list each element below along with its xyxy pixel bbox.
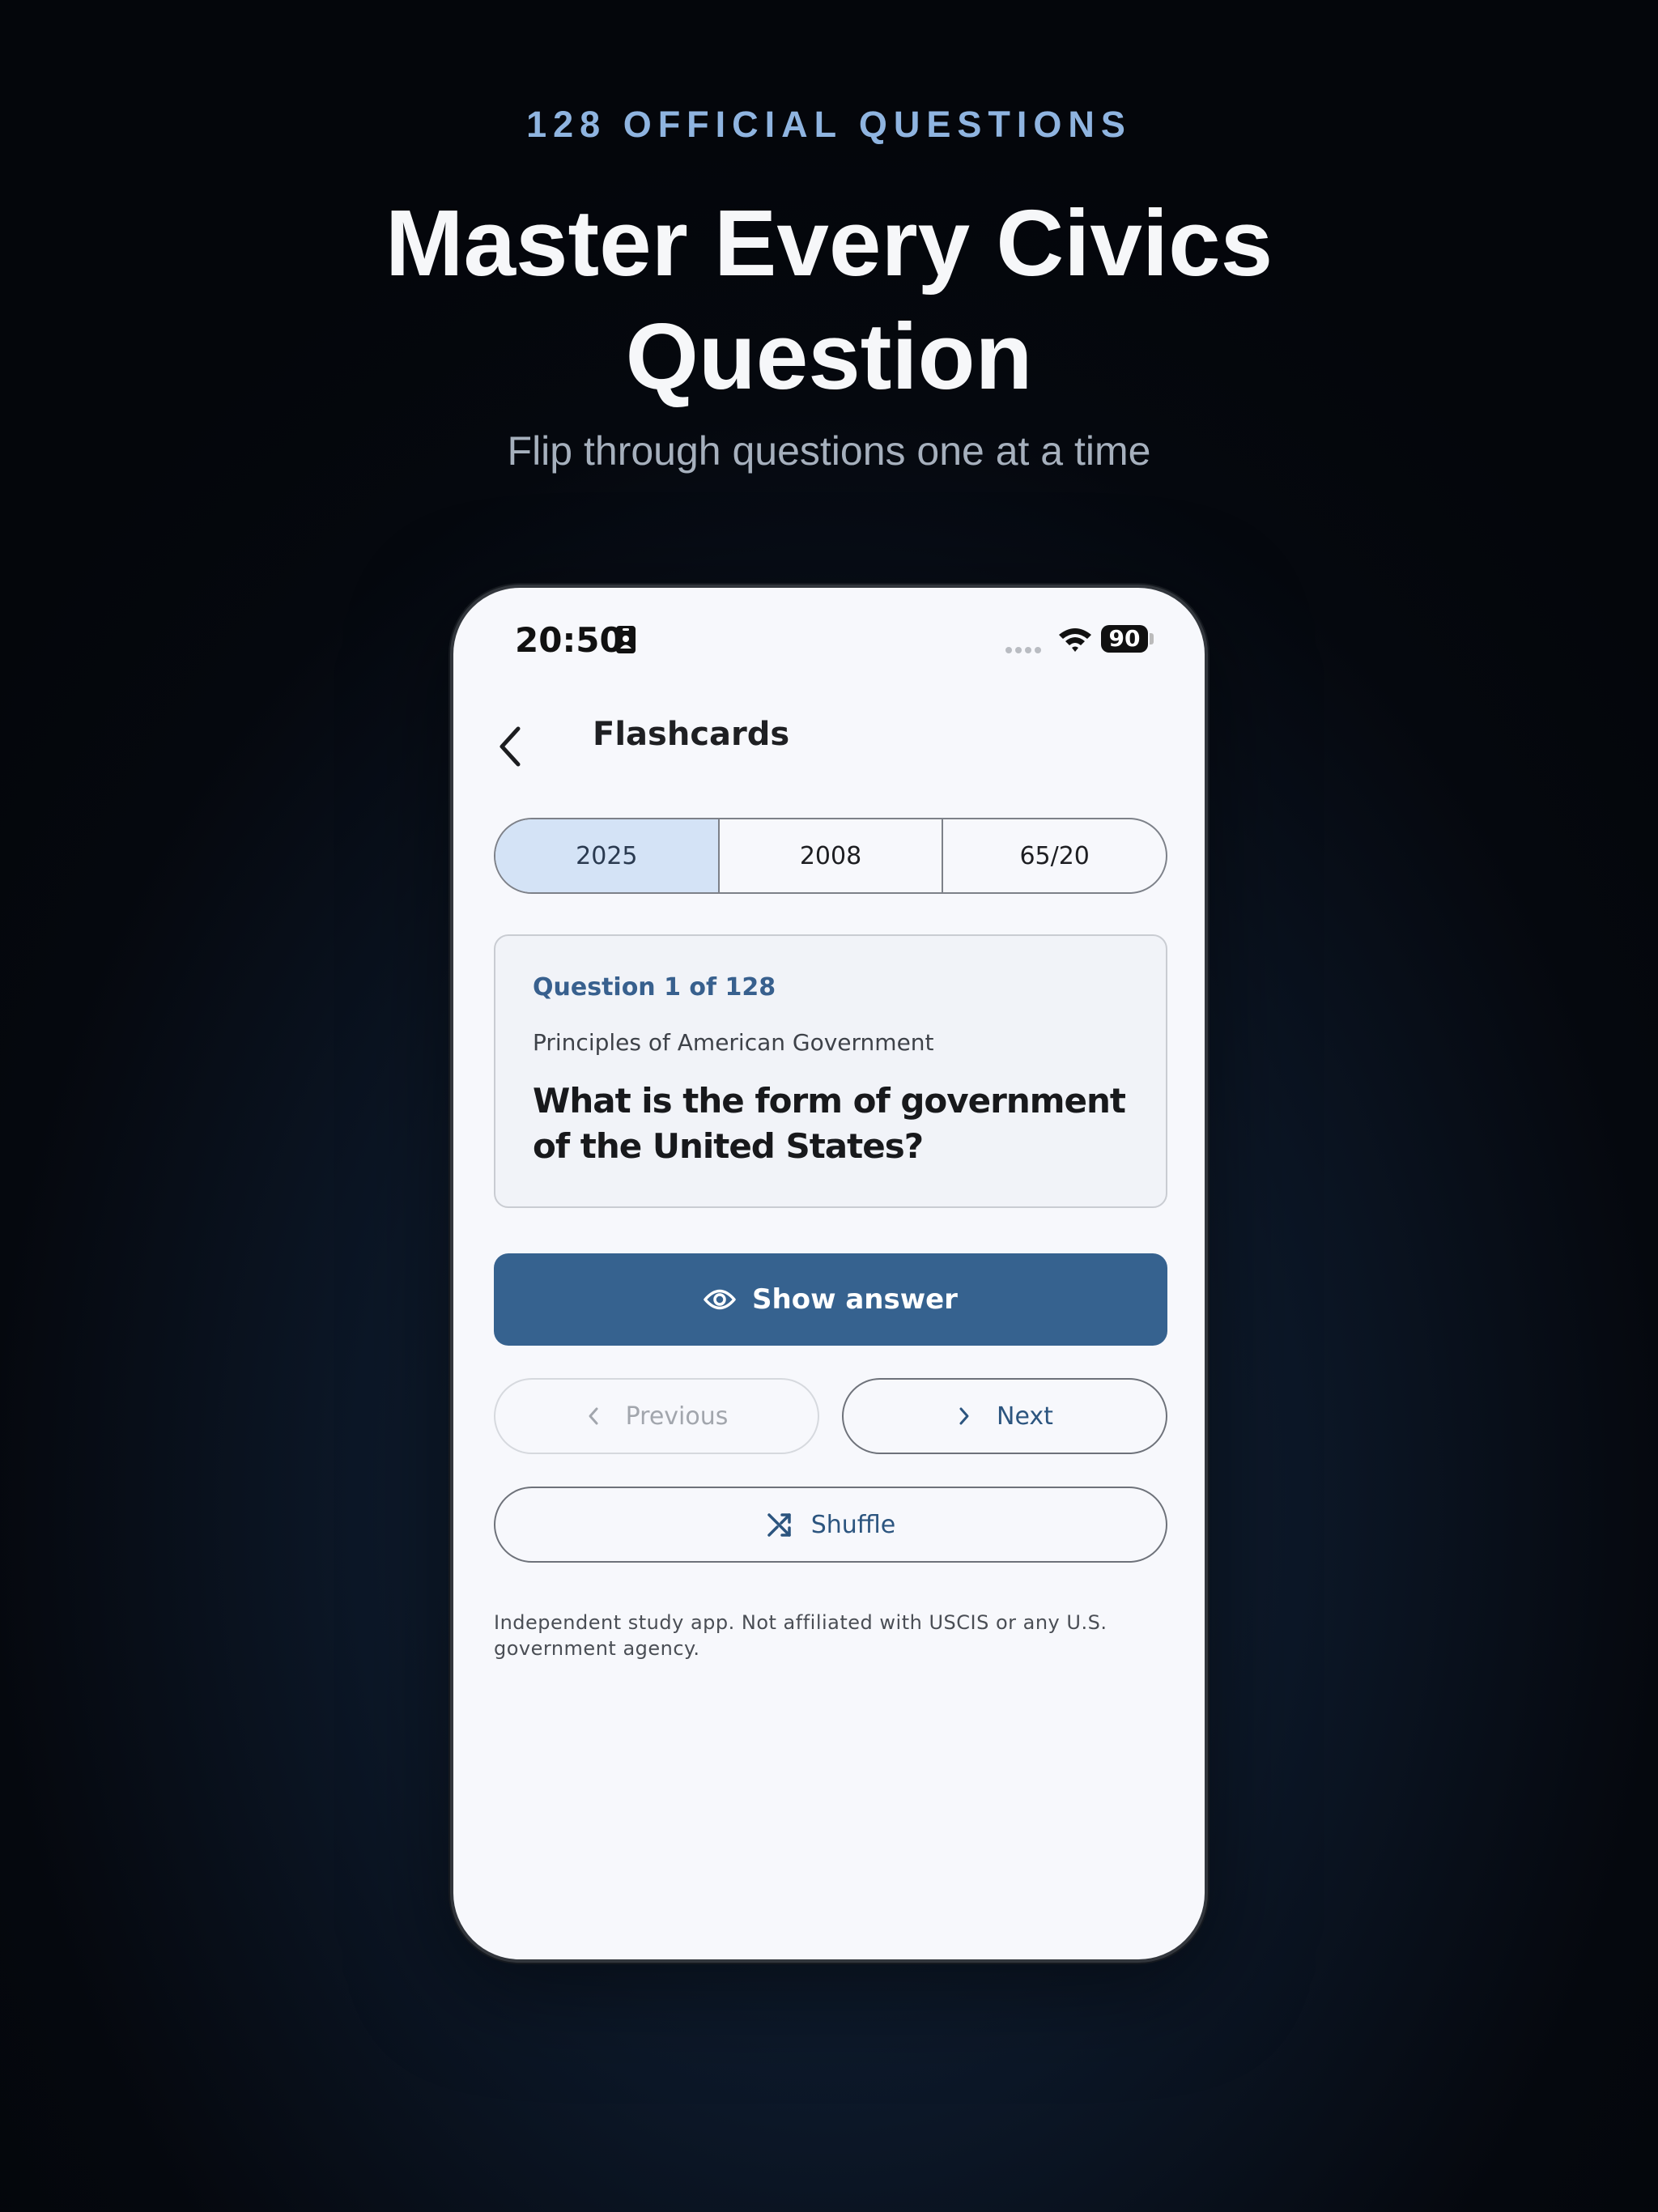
next-button[interactable]: Next — [842, 1378, 1167, 1454]
show-answer-label: Show answer — [752, 1283, 958, 1316]
eye-icon — [704, 1289, 736, 1310]
flashcard[interactable]: Question 1 of 128 Principles of American… — [494, 934, 1167, 1208]
promo-subhead: Flip through questions one at a time — [507, 428, 1151, 474]
previous-button[interactable]: Previous — [494, 1378, 819, 1454]
test-version-selector: 2025 2008 65/20 — [494, 818, 1167, 894]
id-card-icon — [616, 626, 636, 653]
status-time: 20:50 — [515, 620, 623, 660]
wifi-icon — [1059, 628, 1091, 652]
question-text: What is the form of government of the Un… — [533, 1081, 1126, 1166]
segment-65-20[interactable]: 65/20 — [942, 819, 1166, 892]
disclaimer-text: Independent study app. Not affiliated wi… — [494, 1611, 1107, 1660]
previous-label: Previous — [625, 1402, 729, 1431]
back-button[interactable] — [489, 709, 538, 782]
shuffle-button[interactable]: Shuffle — [494, 1487, 1167, 1563]
question-counter: Question 1 of 128 — [533, 973, 776, 1002]
segment-2025[interactable]: 2025 — [495, 819, 718, 892]
chevron-right-icon — [959, 1407, 969, 1425]
shuffle-icon — [767, 1513, 791, 1537]
page-title: Flashcards — [593, 716, 790, 753]
show-answer-button[interactable]: Show answer — [494, 1253, 1167, 1346]
cellular-signal-icon — [1005, 647, 1041, 653]
next-label: Next — [997, 1402, 1053, 1431]
battery-tip — [1150, 633, 1154, 644]
question-category: Principles of American Government — [533, 1029, 934, 1056]
promo-headline: Master Every Civics Question — [385, 190, 1273, 409]
chevron-left-icon — [500, 726, 521, 767]
eyebrow-label: 128 OFFICIAL QUESTIONS — [526, 104, 1132, 145]
shuffle-label: Shuffle — [810, 1510, 896, 1539]
chevron-left-icon — [589, 1407, 598, 1425]
phone-frame: 20:50 90 Flashcards 2025 2008 65/20 Ques… — [450, 585, 1208, 1963]
battery-level: 90 — [1101, 625, 1148, 653]
segment-2008[interactable]: 2008 — [717, 819, 942, 892]
